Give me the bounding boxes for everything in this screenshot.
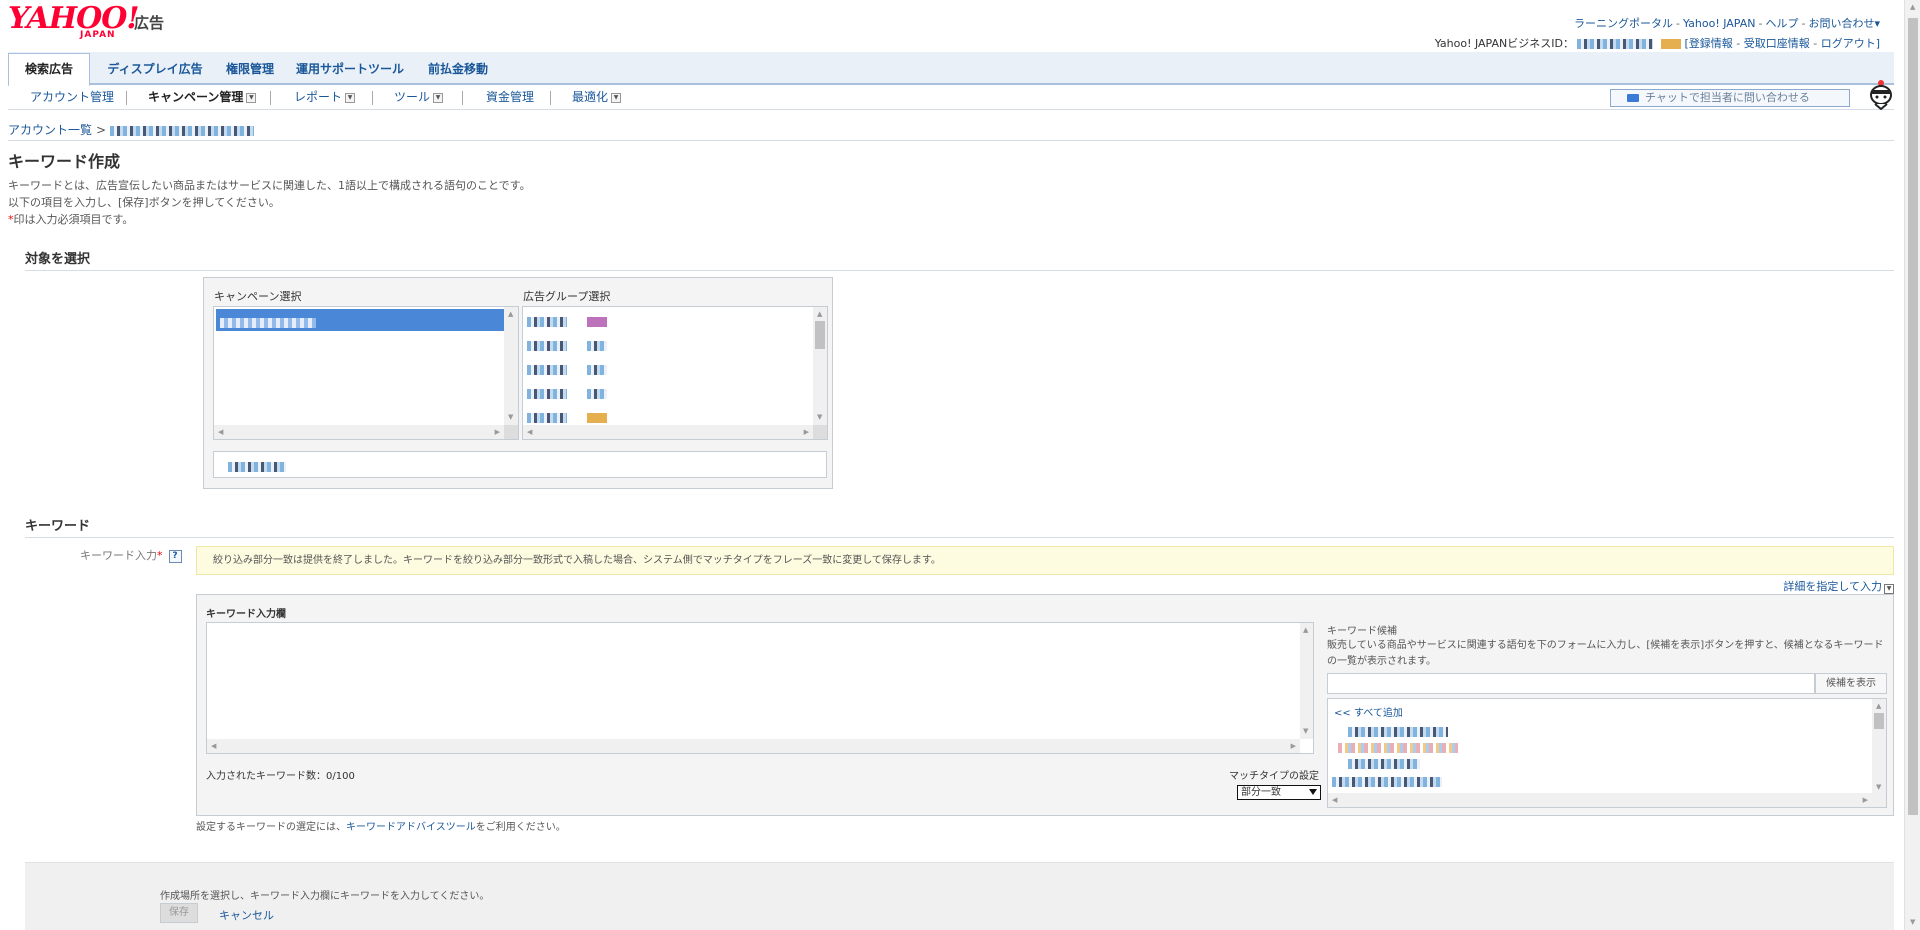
adgroup-list[interactable]: ▲ ▼ ◀ ▶ <box>522 306 828 440</box>
campaign-list[interactable]: ▲ ▼ ◀ ▶ <box>213 306 519 440</box>
candidate-list[interactable]: << すべて追加 ▲ ▼ ◀ ▶ <box>1327 698 1887 808</box>
business-id-label: Yahoo! JAPANビジネスID： <box>1434 37 1574 50</box>
footer-action-bar: 作成場所を選択し、キーワード入力欄にキーワードを入力してください。 保存 キャン… <box>25 862 1894 930</box>
mascot-icon[interactable] <box>1868 80 1894 110</box>
tab-search-ads[interactable]: 検索広告 <box>8 53 90 87</box>
tab-display-ads[interactable]: ディスプレイ広告 <box>96 54 214 85</box>
breadcrumb: アカウント一覧 > <box>8 121 255 138</box>
chat-icon <box>1627 94 1639 102</box>
help-icon[interactable]: ? <box>168 549 182 563</box>
link-yahoo-japan[interactable]: Yahoo! JAPAN <box>1683 17 1756 30</box>
match-type-label: マッチタイプの設定 <box>1229 771 1319 782</box>
tab-support-tools[interactable]: 運用サポートツール <box>292 54 408 85</box>
logo-japan: JAPAN <box>80 30 116 40</box>
candidates-title: キーワード候補 <box>1327 626 1397 637</box>
match-type-notice: 絞り込み部分一致は提供を終了しました。キーワードを絞り込み部分一致形式で入稿した… <box>196 546 1894 575</box>
page-scrollbar[interactable]: ▲ ▼ <box>1904 0 1920 930</box>
chevron-down-icon <box>1309 789 1317 795</box>
list-item[interactable] <box>1348 757 1420 769</box>
save-button[interactable]: 保存 <box>160 903 198 923</box>
list-item[interactable] <box>216 309 516 331</box>
chevron-down-icon[interactable]: ▼ <box>433 92 444 103</box>
link-help[interactable]: ヘルプ <box>1765 17 1798 30</box>
top-links: ラーニングポータル - Yahoo! JAPAN - ヘルプ - お問い合わせ▾ <box>1573 17 1880 30</box>
section-target: 対象を選択 <box>25 248 1894 271</box>
campaign-select-label: キャンペーン選択 <box>214 290 302 303</box>
page-title: キーワード作成 <box>8 152 121 171</box>
keyword-panel-title: キーワード入力欄 <box>206 609 286 620</box>
yahoo-ads-logo[interactable]: YAHOO! JAPAN 広告 <box>8 1 164 41</box>
cancel-link[interactable]: キャンセル <box>219 907 274 923</box>
footer-message: 作成場所を選択し、キーワード入力欄にキーワードを入力してください。 <box>160 891 490 902</box>
chevron-down-icon[interactable]: ▼ <box>345 92 356 103</box>
subnav-optimization[interactable]: 最適化 ▼ <box>572 86 622 109</box>
breadcrumb-campaign[interactable] <box>110 125 255 136</box>
list-item[interactable] <box>1338 741 1458 753</box>
link-contact[interactable]: お問い合わせ <box>1808 17 1874 30</box>
keyword-count: 入力されたキーワード数：0/100 <box>206 771 355 782</box>
business-id-row: Yahoo! JAPANビジネスID： [登録情報 - 受取口座情報 - ログア… <box>1434 37 1880 50</box>
list-item[interactable] <box>523 311 827 335</box>
section-keyword: キーワード <box>25 515 1894 538</box>
breadcrumb-account-list[interactable]: アカウント一覧 <box>8 123 92 137</box>
subnav-tools[interactable]: ツール ▼ <box>394 86 444 109</box>
subnav-campaign-management[interactable]: キャンペーン管理 ▼ <box>148 86 257 109</box>
list-item[interactable] <box>523 359 827 383</box>
adgroup-select-label: 広告グループ選択 <box>523 290 611 303</box>
tab-permissions[interactable]: 権限管理 <box>216 54 284 85</box>
subnav-funds[interactable]: 資金管理 <box>486 86 534 109</box>
logo-yahoo: YAHOO! <box>8 1 140 36</box>
chevron-down-icon[interactable]: ▼ <box>1884 584 1894 594</box>
chevron-down-icon[interactable]: ▼ <box>246 92 257 103</box>
link-learning-portal[interactable]: ラーニングポータル <box>1574 17 1673 30</box>
candidates-description: 販売している商品やサービスに関連する語句を下のフォームに入力し、[候補を表示]ボ… <box>1327 640 1884 667</box>
candidate-search-input[interactable] <box>1327 673 1815 694</box>
page-description: キーワードとは、広告宣伝したい商品またはサービスに関連した、1語以上で構成される… <box>8 179 531 226</box>
tab-prepaid-transfer[interactable]: 前払金移動 <box>418 54 498 85</box>
chevron-down-icon[interactable]: ▾ <box>1874 17 1880 30</box>
business-id-value <box>1577 39 1654 49</box>
keyword-input-label: キーワード入力*? <box>80 547 182 563</box>
target-select-box: キャンペーン選択 広告グループ選択 ▲ ▼ ◀ ▶ ▲ ▼ ◀ ▶ <box>203 277 833 489</box>
keyword-input-panel: キーワード入力欄 ▲ ▼ ◀ ▶ 入力されたキーワード数：0/100 マッチタイプの… <box>196 594 1894 816</box>
subnav-reports[interactable]: レポート ▼ <box>294 86 356 109</box>
detail-input-link[interactable]: 詳細を指定して入力 ▼ <box>1783 578 1894 594</box>
keyword-advice-tool-link[interactable]: キーワードアドバイスツール <box>346 822 476 833</box>
link-logout[interactable]: ログアウト] <box>1821 37 1880 50</box>
add-all-link[interactable]: << すべて追加 <box>1334 704 1403 719</box>
list-item[interactable] <box>1348 725 1448 737</box>
show-candidates-button[interactable]: 候補を表示 <box>1815 673 1887 694</box>
keyword-advice-text: 設定するキーワードの選定には、キーワードアドバイスツールをご利用ください。 <box>196 822 566 833</box>
link-bank-info[interactable]: 受取口座情報 <box>1744 37 1810 50</box>
sub-nav: アカウント管理 キャンペーン管理 ▼ レポート ▼ ツール ▼ 資金管理 最適化 ▼ チ… <box>8 86 1894 110</box>
list-item[interactable] <box>1332 775 1442 787</box>
keyword-textarea[interactable] <box>206 622 1314 754</box>
match-type-select[interactable]: 部分一致 <box>1237 785 1321 800</box>
main-tabs: 検索広告 ディスプレイ広告 権限管理 運用サポートツール 前払金移動 <box>8 52 1894 87</box>
chevron-down-icon[interactable]: ▼ <box>611 92 622 103</box>
subnav-account-management[interactable]: アカウント管理 <box>30 86 114 109</box>
chat-support-button[interactable]: チャットで担当者に問い合わせる <box>1610 89 1850 107</box>
list-item[interactable] <box>523 335 827 359</box>
link-account-info[interactable]: [登録情報 <box>1684 37 1732 50</box>
logo-ad: 広告 <box>134 14 165 32</box>
header: YAHOO! JAPAN 広告 ラーニングポータル - Yahoo! JAPAN - ヘ… <box>0 0 1900 52</box>
user-name <box>1660 39 1681 49</box>
list-item[interactable] <box>523 383 827 407</box>
selected-target-display <box>213 451 827 478</box>
